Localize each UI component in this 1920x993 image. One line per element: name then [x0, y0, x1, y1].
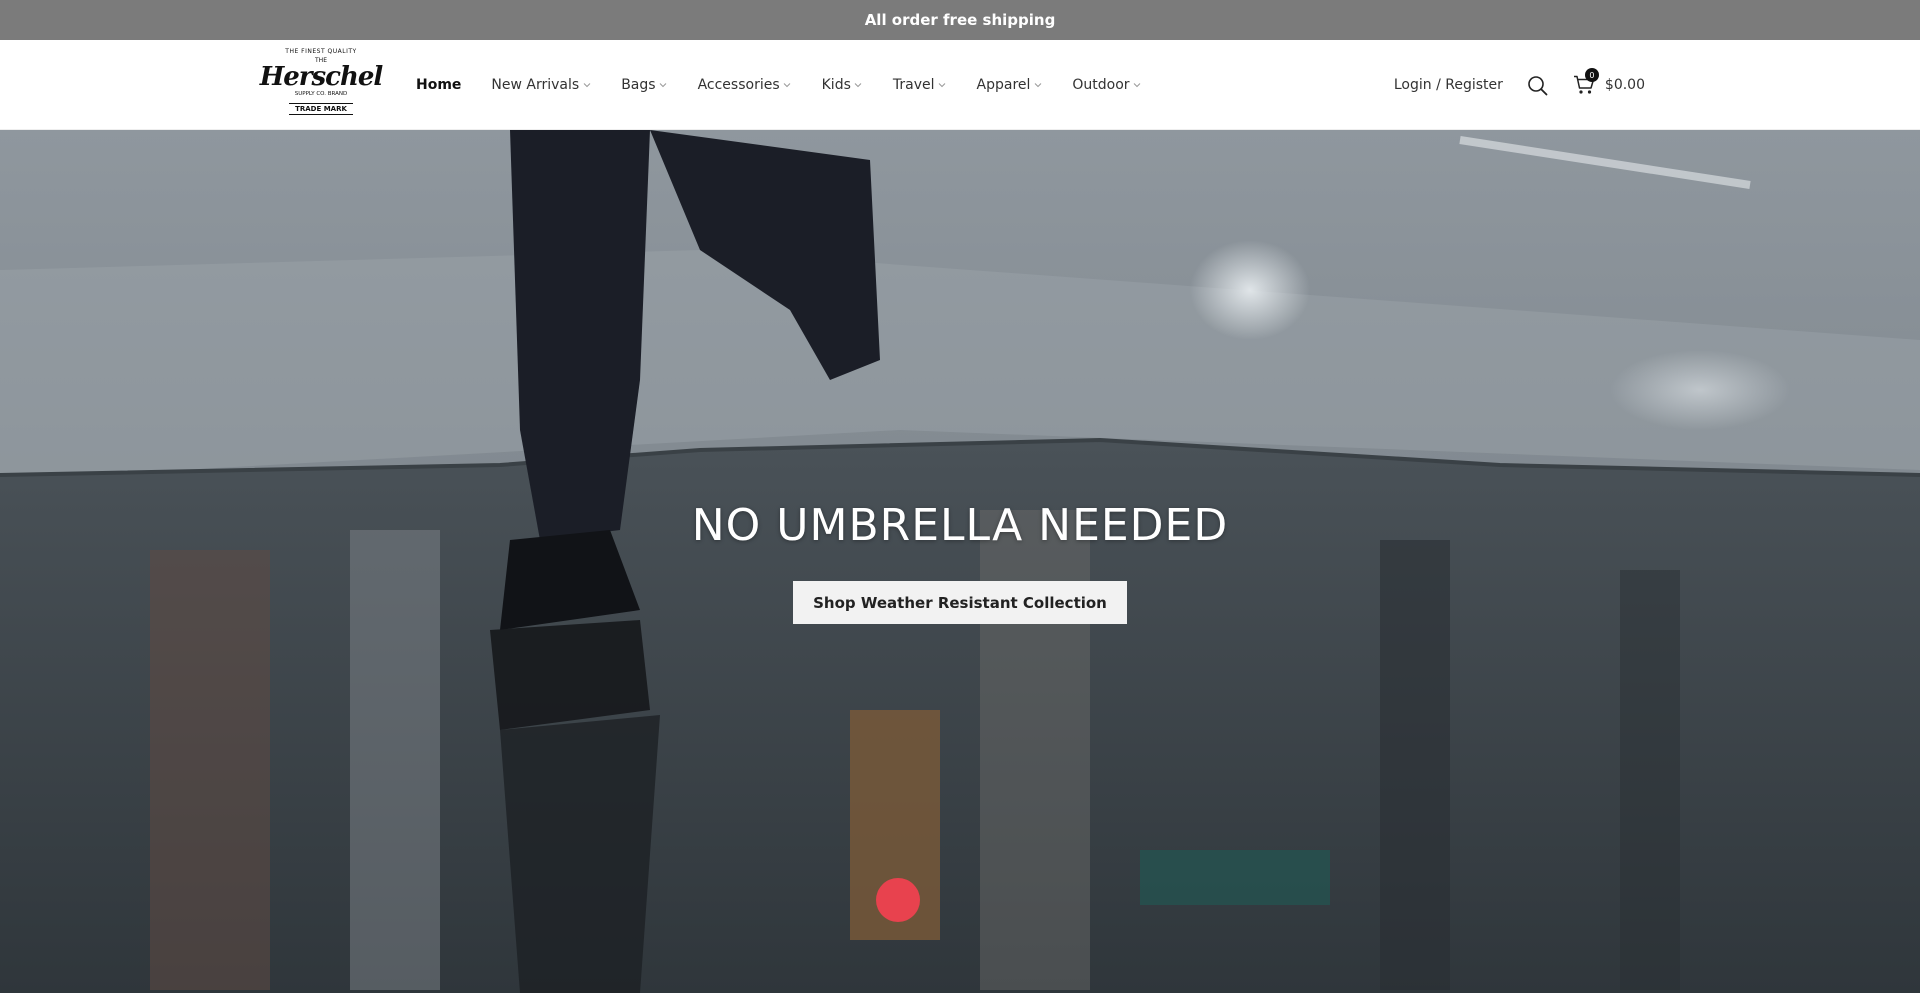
- nav-item-outdoor[interactable]: Outdoor: [1072, 77, 1141, 93]
- chevron-down-icon: [938, 81, 947, 90]
- nav-item-accessories[interactable]: Accessories: [698, 77, 792, 93]
- logo-brand: Herschel: [259, 62, 384, 92]
- shop-collection-button[interactable]: Shop Weather Resistant Collection: [793, 581, 1127, 624]
- chevron-down-icon: [659, 81, 668, 90]
- login-register-link[interactable]: Login / Register: [1394, 77, 1503, 93]
- logo-sub-text: SUPPLY CO. BRAND: [294, 91, 348, 97]
- nav-item-label: Travel: [892, 77, 935, 93]
- cart-icon: 0: [1571, 68, 1599, 98]
- main-nav: Home New Arrivals Bags Accessories Kids …: [416, 40, 1172, 130]
- hero-banner: NO UMBRELLA NEEDED Shop Weather Resistan…: [0, 130, 1920, 993]
- nav-item-label: Outdoor: [1072, 77, 1130, 93]
- hero-content: NO UMBRELLA NEEDED Shop Weather Resistan…: [0, 500, 1920, 624]
- nav-item-kids[interactable]: Kids: [822, 77, 863, 93]
- chevron-down-icon: [783, 81, 792, 90]
- nav-item-label: Accessories: [697, 77, 780, 93]
- chevron-down-icon: [1033, 81, 1042, 90]
- search-icon[interactable]: [1525, 72, 1551, 98]
- announcement-bar: All order free shipping: [0, 0, 1920, 40]
- nav-item-label: Kids: [821, 77, 851, 93]
- cart-button[interactable]: 0 $0.00: [1571, 68, 1645, 98]
- logo-top-text: THE FINEST QUALITY: [285, 48, 357, 55]
- nav-item-home[interactable]: Home: [416, 77, 461, 93]
- nav-item-label: Apparel: [976, 77, 1031, 93]
- nav-item-label: New Arrivals: [491, 77, 580, 93]
- nav-item-travel[interactable]: Travel: [893, 77, 947, 93]
- cart-count-badge: 0: [1584, 68, 1599, 82]
- nav-item-label: Bags: [621, 77, 656, 93]
- hero-title: NO UMBRELLA NEEDED: [691, 500, 1229, 551]
- nav-item-label: Home: [416, 77, 462, 93]
- header-actions: Login / Register 0 $0.00: [1394, 40, 1645, 130]
- site-header: THE FINEST QUALITY THE Herschel SUPPLY C…: [0, 40, 1920, 130]
- nav-item-bags[interactable]: Bags: [621, 77, 667, 93]
- chevron-down-icon: [582, 81, 591, 90]
- logo[interactable]: THE FINEST QUALITY THE Herschel SUPPLY C…: [260, 46, 383, 126]
- announcement-text: All order free shipping: [864, 11, 1056, 29]
- chevron-down-icon: [854, 81, 863, 90]
- chevron-down-icon: [1133, 81, 1142, 90]
- cart-total: $0.00: [1604, 77, 1645, 93]
- logo-trademark: TRADE MARK: [289, 103, 353, 115]
- nav-item-new-arrivals[interactable]: New Arrivals: [491, 77, 591, 93]
- nav-item-apparel[interactable]: Apparel: [977, 77, 1043, 93]
